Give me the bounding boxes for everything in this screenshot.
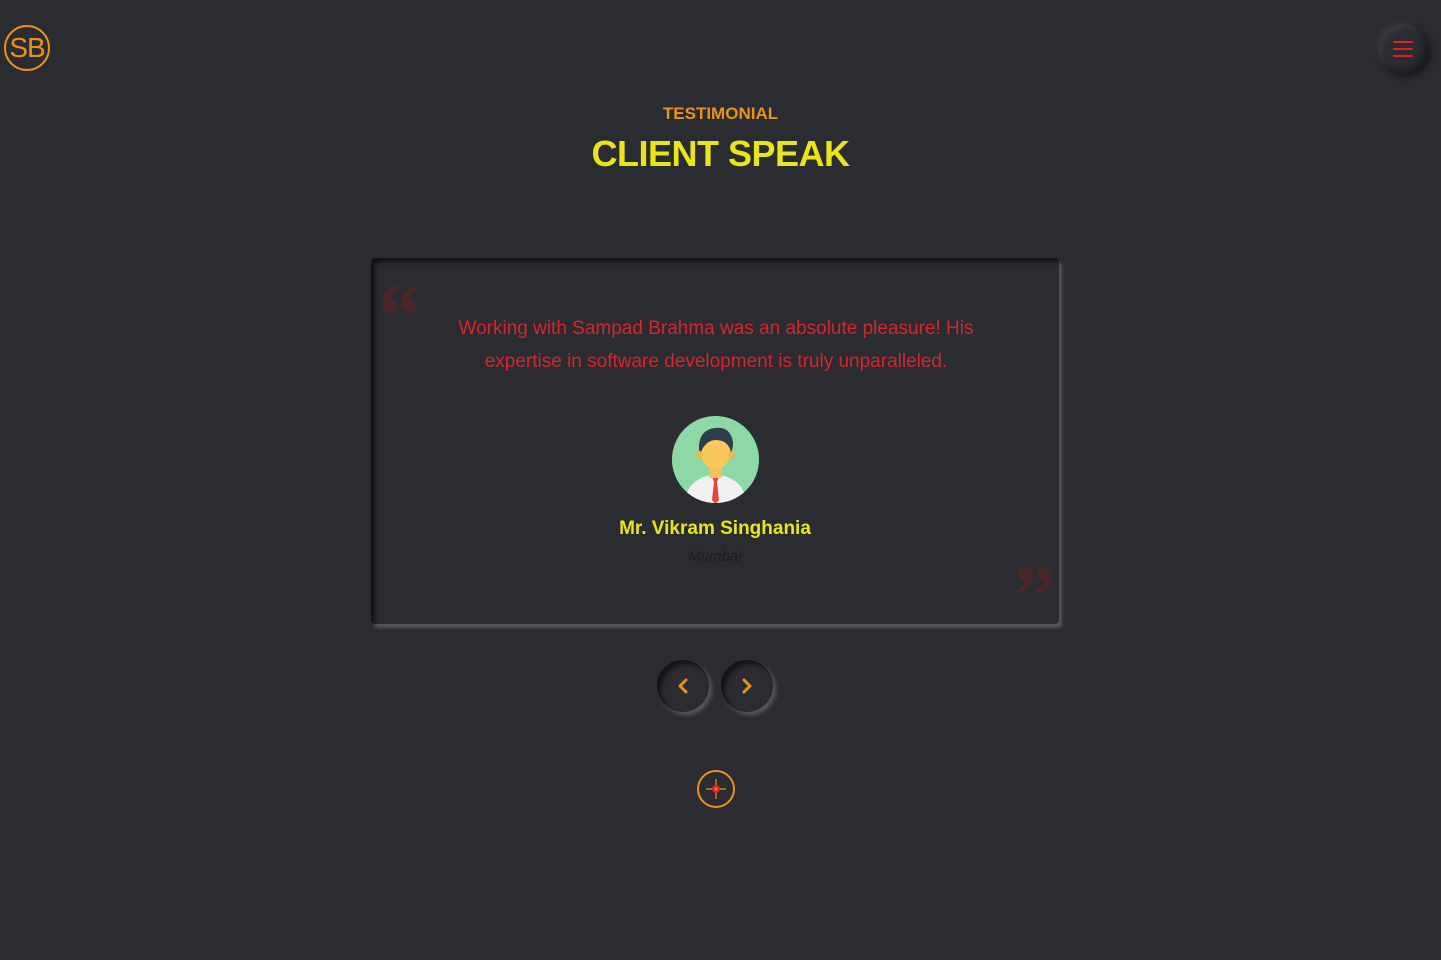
section-title: CLIENT SPEAK xyxy=(591,133,850,174)
testimonial-quote: Working with Sampad Brahma was an absolu… xyxy=(458,318,974,372)
close-quote-icon: ” xyxy=(1012,549,1056,646)
menu-button[interactable] xyxy=(1378,24,1428,74)
prev-testimonial-button[interactable] xyxy=(657,660,709,712)
person-avatar-icon xyxy=(672,416,759,503)
section-eyebrow: TESTIMONIAL xyxy=(662,104,779,123)
client-name: Mr. Vikram Singhania xyxy=(619,518,811,539)
testimonial-card: “ Working with Sampad Brahma was an abso… xyxy=(371,258,1059,642)
page: SB TESTIMONIAL CLIENT SPEAK “ Working wi… xyxy=(0,0,1441,960)
next-testimonial-button[interactable] xyxy=(721,660,773,712)
scroll-target-button[interactable] xyxy=(697,770,735,808)
chevron-left-icon xyxy=(678,678,688,694)
client-avatar xyxy=(672,416,759,503)
crosshair-icon xyxy=(706,779,726,799)
client-location: Mumbai xyxy=(688,548,742,565)
chevron-right-icon xyxy=(742,678,752,694)
logo-text: SB xyxy=(9,32,45,63)
logo[interactable]: SB xyxy=(4,25,50,71)
open-quote-icon: “ xyxy=(377,267,421,364)
hamburger-icon xyxy=(1393,41,1413,57)
